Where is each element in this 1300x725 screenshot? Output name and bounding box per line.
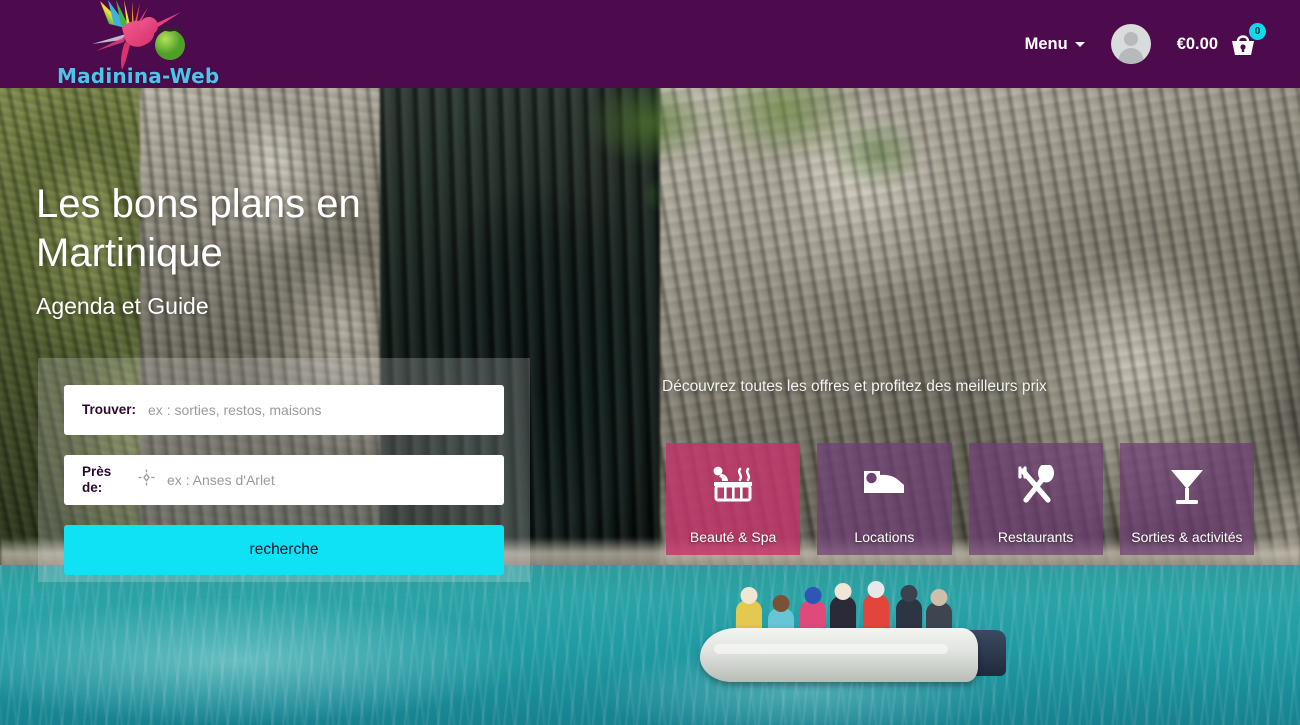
brand-area[interactable]: Madinina-Web <box>0 0 230 88</box>
location-input[interactable] <box>167 472 486 488</box>
user-avatar-icon[interactable] <box>1110 24 1151 64</box>
brand-wordmark: Madinina-Web <box>57 64 220 88</box>
site-header: Madinina-Web Menu €0.00 0 <box>0 0 1300 88</box>
page-title: Les bons plans en Martinique <box>36 182 361 275</box>
category-tile-label: Restaurants <box>997 529 1074 545</box>
menu-label: Menu <box>1024 34 1068 53</box>
category-tiles: Beauté & Spa Locations Restaurants Sorti… <box>666 443 1254 555</box>
header-actions: Menu €0.00 0 <box>1025 23 1300 64</box>
find-field-label: Trouver: <box>82 402 137 418</box>
search-panel: Trouver: Près de: recherche <box>38 358 530 582</box>
chevron-down-icon <box>1074 41 1085 47</box>
category-tile-beaute-spa[interactable]: Beauté & Spa <box>666 443 801 555</box>
crosshair-locate-icon[interactable] <box>138 469 155 491</box>
dinghy-boat-decoration <box>700 580 1006 690</box>
find-field[interactable]: Trouver: <box>64 385 504 435</box>
cart-button[interactable]: €0.00 0 <box>1176 23 1266 58</box>
category-tile-restaurants[interactable]: Restaurants <box>968 443 1103 555</box>
search-input[interactable] <box>148 402 486 418</box>
boat-hull-decoration <box>700 628 978 682</box>
landing-page: Madinina-Web Menu €0.00 0 Les bons plans… <box>0 0 1300 725</box>
sea-water-decoration <box>0 565 1300 725</box>
cart-count-badge: 0 <box>1249 23 1266 40</box>
category-tile-locations[interactable]: Locations <box>817 443 952 555</box>
cocktail-glass-icon <box>1168 465 1206 510</box>
menu-button[interactable]: Menu <box>1025 35 1085 54</box>
fork-spoon-icon <box>1015 463 1057 510</box>
near-field-label: Près de: <box>82 464 112 495</box>
category-tile-sorties-activites[interactable]: Sorties & activités <box>1119 443 1254 555</box>
cart-icon-wrap: 0 <box>1228 23 1266 58</box>
promo-text: Découvrez toutes les offres et profitez … <box>662 378 1047 395</box>
bed-lodging-icon <box>861 465 907 502</box>
hot-tub-spa-icon <box>710 465 756 508</box>
category-tile-label: Sorties & activités <box>1131 529 1243 545</box>
near-field[interactable]: Près de: <box>64 455 504 505</box>
cart-total-price: €0.00 <box>1176 34 1218 53</box>
search-button[interactable]: recherche <box>64 525 504 575</box>
page-subtitle: Agenda et Guide <box>36 293 209 319</box>
category-tile-label: Locations <box>854 529 915 545</box>
category-tile-label: Beauté & Spa <box>689 529 777 545</box>
